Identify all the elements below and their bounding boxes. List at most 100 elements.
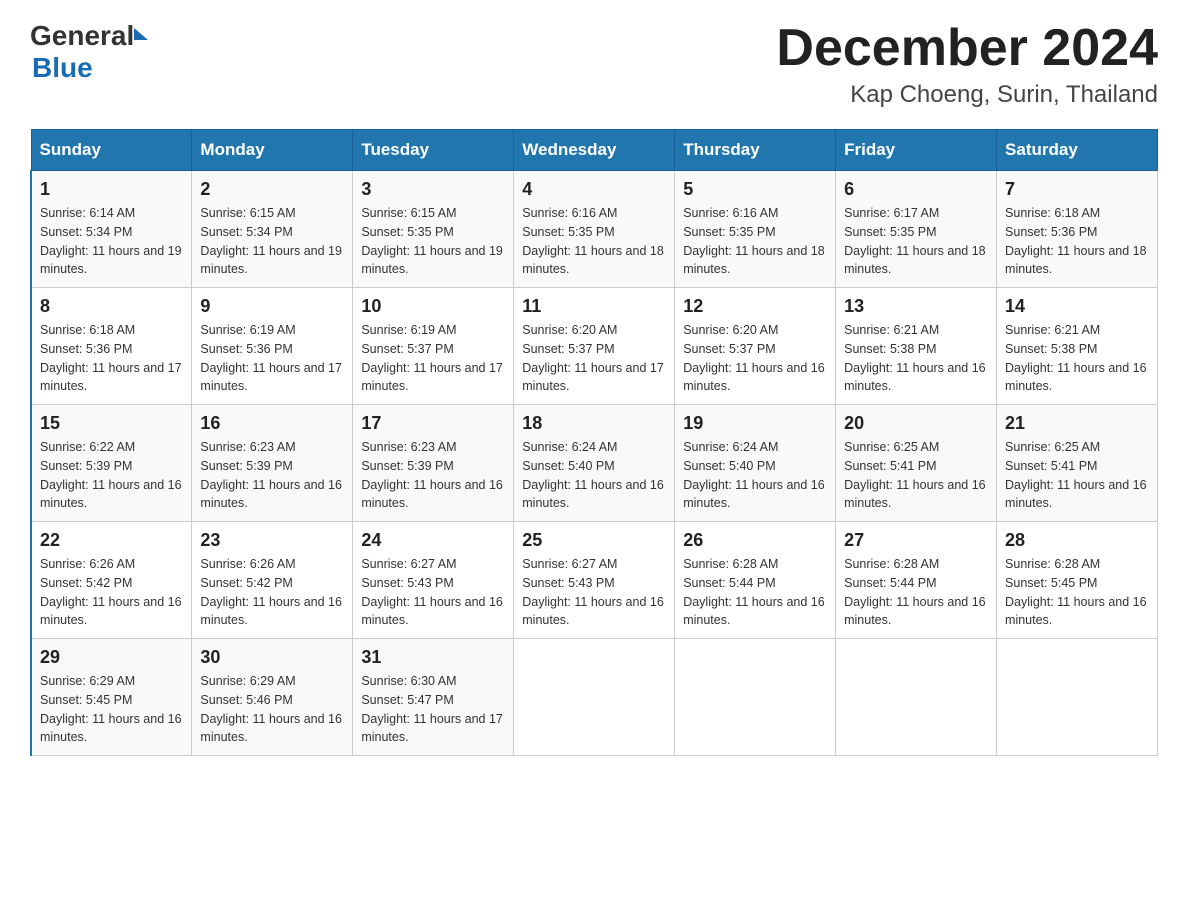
calendar-cell: 23 Sunrise: 6:26 AMSunset: 5:42 PMDayligh… [192, 522, 353, 639]
day-number: 30 [200, 647, 344, 668]
calendar-cell: 14 Sunrise: 6:21 AMSunset: 5:38 PMDayligh… [997, 288, 1158, 405]
day-info: Sunrise: 6:29 AMSunset: 5:46 PMDaylight:… [200, 672, 344, 747]
calendar-cell: 8 Sunrise: 6:18 AMSunset: 5:36 PMDaylight… [31, 288, 192, 405]
day-info: Sunrise: 6:26 AMSunset: 5:42 PMDaylight:… [40, 555, 183, 630]
calendar-cell: 25 Sunrise: 6:27 AMSunset: 5:43 PMDayligh… [514, 522, 675, 639]
weekday-header-friday: Friday [836, 130, 997, 171]
day-number: 23 [200, 530, 344, 551]
calendar-cell: 10 Sunrise: 6:19 AMSunset: 5:37 PMDayligh… [353, 288, 514, 405]
calendar-cell: 12 Sunrise: 6:20 AMSunset: 5:37 PMDayligh… [675, 288, 836, 405]
day-number: 15 [40, 413, 183, 434]
calendar-cell: 31 Sunrise: 6:30 AMSunset: 5:47 PMDayligh… [353, 639, 514, 756]
day-info: Sunrise: 6:20 AMSunset: 5:37 PMDaylight:… [522, 321, 666, 396]
day-number: 7 [1005, 179, 1149, 200]
page-header: General Blue December 2024 Kap Choeng, S… [30, 20, 1158, 109]
day-number: 20 [844, 413, 988, 434]
calendar-cell: 19Sunrise: 6:24 AMSunset: 5:40 PMDayligh… [675, 405, 836, 522]
weekday-header-wednesday: Wednesday [514, 130, 675, 171]
weekday-header-row: SundayMondayTuesdayWednesdayThursdayFrid… [31, 130, 1158, 171]
day-info: Sunrise: 6:24 AMSunset: 5:40 PMDaylight:… [522, 438, 666, 513]
day-number: 14 [1005, 296, 1149, 317]
calendar-cell: 30 Sunrise: 6:29 AMSunset: 5:46 PMDayligh… [192, 639, 353, 756]
day-info: Sunrise: 6:19 AMSunset: 5:36 PMDaylight:… [200, 321, 344, 396]
calendar-cell: 18 Sunrise: 6:24 AMSunset: 5:40 PMDayligh… [514, 405, 675, 522]
day-info: Sunrise: 6:27 AMSunset: 5:43 PMDaylight:… [522, 555, 666, 630]
calendar-cell: 24Sunrise: 6:27 AMSunset: 5:43 PMDayligh… [353, 522, 514, 639]
day-info: Sunrise: 6:23 AMSunset: 5:39 PMDaylight:… [200, 438, 344, 513]
calendar-cell [836, 639, 997, 756]
weekday-header-sunday: Sunday [31, 130, 192, 171]
weekday-header-thursday: Thursday [675, 130, 836, 171]
day-info: Sunrise: 6:28 AMSunset: 5:44 PMDaylight:… [844, 555, 988, 630]
day-info: Sunrise: 6:25 AMSunset: 5:41 PMDaylight:… [844, 438, 988, 513]
calendar-cell: 2Sunrise: 6:15 AMSunset: 5:34 PMDaylight… [192, 171, 353, 288]
day-number: 29 [40, 647, 183, 668]
day-info: Sunrise: 6:28 AMSunset: 5:44 PMDaylight:… [683, 555, 827, 630]
day-number: 3 [361, 179, 505, 200]
day-info: Sunrise: 6:29 AMSunset: 5:45 PMDaylight:… [40, 672, 183, 747]
calendar-cell: 16 Sunrise: 6:23 AMSunset: 5:39 PMDayligh… [192, 405, 353, 522]
day-info: Sunrise: 6:24 AMSunset: 5:40 PMDaylight:… [683, 438, 827, 513]
day-info: Sunrise: 6:16 AMSunset: 5:35 PMDaylight:… [683, 204, 827, 279]
day-number: 9 [200, 296, 344, 317]
calendar-cell: 9 Sunrise: 6:19 AMSunset: 5:36 PMDaylight… [192, 288, 353, 405]
calendar-cell [997, 639, 1158, 756]
day-number: 12 [683, 296, 827, 317]
calendar-cell [514, 639, 675, 756]
day-number: 27 [844, 530, 988, 551]
day-number: 28 [1005, 530, 1149, 551]
calendar-cell: 4Sunrise: 6:16 AMSunset: 5:35 PMDaylight… [514, 171, 675, 288]
day-number: 16 [200, 413, 344, 434]
day-number: 8 [40, 296, 183, 317]
calendar-week-row: 29 Sunrise: 6:29 AMSunset: 5:45 PMDayligh… [31, 639, 1158, 756]
calendar-week-row: 22Sunrise: 6:26 AMSunset: 5:42 PMDayligh… [31, 522, 1158, 639]
calendar-cell: 17Sunrise: 6:23 AMSunset: 5:39 PMDayligh… [353, 405, 514, 522]
day-info: Sunrise: 6:14 AMSunset: 5:34 PMDaylight:… [40, 204, 183, 279]
calendar-cell: 5 Sunrise: 6:16 AMSunset: 5:35 PMDaylight… [675, 171, 836, 288]
calendar-cell: 28 Sunrise: 6:28 AMSunset: 5:45 PMDayligh… [997, 522, 1158, 639]
weekday-header-monday: Monday [192, 130, 353, 171]
day-info: Sunrise: 6:15 AMSunset: 5:35 PMDaylight:… [361, 204, 505, 279]
calendar-table: SundayMondayTuesdayWednesdayThursdayFrid… [30, 129, 1158, 756]
calendar-cell: 6Sunrise: 6:17 AMSunset: 5:35 PMDaylight… [836, 171, 997, 288]
weekday-header-saturday: Saturday [997, 130, 1158, 171]
day-number: 25 [522, 530, 666, 551]
day-info: Sunrise: 6:25 AMSunset: 5:41 PMDaylight:… [1005, 438, 1149, 513]
day-number: 5 [683, 179, 827, 200]
calendar-cell: 3 Sunrise: 6:15 AMSunset: 5:35 PMDaylight… [353, 171, 514, 288]
day-info: Sunrise: 6:20 AMSunset: 5:37 PMDaylight:… [683, 321, 827, 396]
day-info: Sunrise: 6:15 AMSunset: 5:34 PMDaylight:… [200, 204, 344, 279]
day-number: 24 [361, 530, 505, 551]
day-number: 10 [361, 296, 505, 317]
calendar-cell: 20 Sunrise: 6:25 AMSunset: 5:41 PMDayligh… [836, 405, 997, 522]
day-info: Sunrise: 6:30 AMSunset: 5:47 PMDaylight:… [361, 672, 505, 747]
location-subtitle: Kap Choeng, Surin, Thailand [776, 81, 1158, 109]
day-number: 4 [522, 179, 666, 200]
logo-arrow-icon [134, 28, 148, 40]
day-info: Sunrise: 6:28 AMSunset: 5:45 PMDaylight:… [1005, 555, 1149, 630]
calendar-cell: 27 Sunrise: 6:28 AMSunset: 5:44 PMDayligh… [836, 522, 997, 639]
day-info: Sunrise: 6:19 AMSunset: 5:37 PMDaylight:… [361, 321, 505, 396]
day-info: Sunrise: 6:26 AMSunset: 5:42 PMDaylight:… [200, 555, 344, 630]
day-number: 11 [522, 296, 666, 317]
calendar-week-row: 1Sunrise: 6:14 AMSunset: 5:34 PMDaylight… [31, 171, 1158, 288]
calendar-cell: 11 Sunrise: 6:20 AMSunset: 5:37 PMDayligh… [514, 288, 675, 405]
day-info: Sunrise: 6:18 AMSunset: 5:36 PMDaylight:… [1005, 204, 1149, 279]
logo-blue-text: Blue [32, 52, 93, 84]
day-info: Sunrise: 6:21 AMSunset: 5:38 PMDaylight:… [844, 321, 988, 396]
calendar-cell: 7 Sunrise: 6:18 AMSunset: 5:36 PMDaylight… [997, 171, 1158, 288]
title-block: December 2024 Kap Choeng, Surin, Thailan… [776, 20, 1158, 109]
day-number: 18 [522, 413, 666, 434]
calendar-week-row: 15Sunrise: 6:22 AMSunset: 5:39 PMDayligh… [31, 405, 1158, 522]
calendar-cell: 15Sunrise: 6:22 AMSunset: 5:39 PMDayligh… [31, 405, 192, 522]
day-number: 26 [683, 530, 827, 551]
logo-general-text: General [30, 20, 134, 52]
day-info: Sunrise: 6:18 AMSunset: 5:36 PMDaylight:… [40, 321, 183, 396]
day-number: 31 [361, 647, 505, 668]
weekday-header-tuesday: Tuesday [353, 130, 514, 171]
day-number: 6 [844, 179, 988, 200]
day-info: Sunrise: 6:21 AMSunset: 5:38 PMDaylight:… [1005, 321, 1149, 396]
calendar-cell: 13Sunrise: 6:21 AMSunset: 5:38 PMDayligh… [836, 288, 997, 405]
calendar-cell [675, 639, 836, 756]
calendar-week-row: 8 Sunrise: 6:18 AMSunset: 5:36 PMDaylight… [31, 288, 1158, 405]
